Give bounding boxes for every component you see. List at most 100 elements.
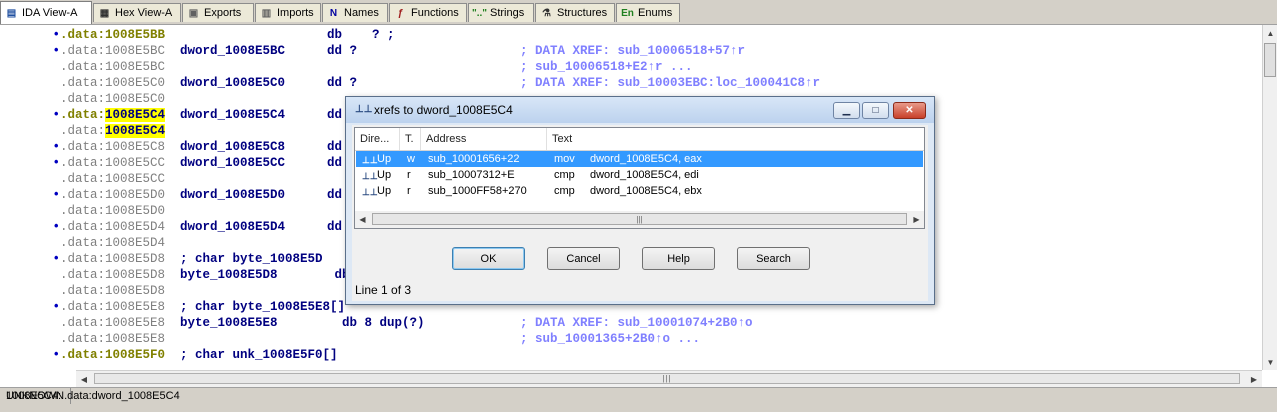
help-button[interactable]: Help (642, 247, 715, 270)
close-button[interactable]: ✕ (893, 102, 926, 119)
listing-line[interactable]: .data:1008E5BC ; sub_10006518+E2↑r ... (60, 59, 693, 75)
line-address[interactable]: 1008E5BB (105, 28, 165, 42)
line-address[interactable]: 1008E5E8 (105, 332, 165, 346)
listing-line[interactable]: .data:1008E5C4 (60, 123, 166, 139)
line-comment[interactable]: ; DATA XREF: sub_10006518+57↑r (520, 43, 745, 59)
column-header-direction[interactable]: Dire... (355, 128, 400, 150)
listing-line[interactable]: • .data:1008E5D8 ; char byte_1008E5D (52, 251, 322, 267)
list-scroll-thumb[interactable]: ||| (372, 213, 907, 225)
line-address[interactable]: 1008E5C4 (105, 124, 166, 138)
xrefs-horizontal-scrollbar[interactable]: ◀ ||| ▶ (355, 211, 924, 228)
xrefs-dialog[interactable]: ⊥⊥ xrefs to dword_1008E5C4 ▁ □ ✕ Dire...… (345, 96, 935, 305)
line-address[interactable]: 1008E5BC (105, 44, 165, 58)
listing-line[interactable]: • .data:1008E5F0 ; char unk_1008E5F0[] (52, 347, 337, 363)
tab-functions[interactable]: ƒ Functions (389, 3, 467, 22)
line-name[interactable]: dword_1008E5BC (180, 43, 285, 59)
listing-line[interactable]: .data:1008E5D4 (60, 235, 165, 251)
listing-line[interactable]: • .data:1008E5C4 dword_1008E5C4 dd (52, 107, 342, 123)
listing-line[interactable]: • .data:1008E5BC dword_1008E5BC dd ? ; DATA … (52, 43, 745, 59)
line-address[interactable]: 1008E5E8 (105, 316, 165, 330)
line-name[interactable]: dword_1008E5CC (180, 155, 285, 171)
listing-line[interactable]: .data:1008E5D0 (60, 203, 165, 219)
ok-button[interactable]: OK (452, 247, 525, 270)
listing-horizontal-scrollbar[interactable]: ◀ ||| ▶ (76, 370, 1262, 387)
line-name[interactable]: ; char byte_1008E5E8[] (180, 299, 345, 315)
line-address[interactable]: 1008E5BC (105, 60, 165, 74)
column-header-address[interactable]: Address (421, 128, 547, 150)
line-comment[interactable]: ; DATA XREF: sub_10001074+2B0↑o (520, 315, 753, 331)
line-name[interactable]: ; char unk_1008E5F0[] (180, 347, 338, 363)
horizontal-scroll-thumb[interactable]: ||| (94, 373, 1240, 384)
tab-exports[interactable]: ▣ Exports (182, 3, 254, 22)
line-address[interactable]: 1008E5D8 (105, 284, 165, 298)
tab-imports[interactable]: ▥ Imports (255, 3, 321, 22)
line-comment[interactable]: ; sub_10006518+E2↑r ... (520, 59, 693, 75)
tab-strings[interactable]: ".." Strings (468, 3, 534, 22)
list-scroll-left-icon[interactable]: ◀ (355, 211, 370, 228)
listing-vertical-scrollbar[interactable]: ▲ ▼ (1262, 25, 1277, 370)
minimize-button[interactable]: ▁ (833, 102, 860, 119)
line-address[interactable]: 1008E5D0 (105, 204, 165, 218)
dialog-title-bar[interactable]: ⊥⊥ xrefs to dword_1008E5C4 ▁ □ ✕ (346, 97, 934, 123)
line-name[interactable]: byte_1008E5E8 (180, 315, 278, 331)
line-address[interactable]: 1008E5CC (105, 172, 165, 186)
listing-line[interactable]: • .data:1008E5D4 dword_1008E5D4 dd (52, 219, 342, 235)
line-name[interactable]: ; char byte_1008E5D (180, 251, 323, 267)
xrefs-list[interactable]: Dire... T. Address Text ⊥⊥Up w sub_1000165… (354, 127, 925, 229)
line-address[interactable]: 1008E5E8 (105, 300, 165, 314)
listing-line[interactable]: • .data:1008E5E8 ; char byte_1008E5E8[] (52, 299, 345, 315)
cancel-button[interactable]: Cancel (547, 247, 620, 270)
listing-line[interactable]: .data:1008E5CC (60, 171, 165, 187)
line-address[interactable]: 1008E5D4 (105, 220, 165, 234)
listing-line[interactable]: .data:1008E5E8 byte_1008E5E8 db 8 dup(?);… (60, 315, 753, 331)
list-scroll-right-icon[interactable]: ▶ (909, 211, 924, 228)
search-button[interactable]: Search (737, 247, 810, 270)
line-name[interactable]: dword_1008E5C8 (180, 139, 285, 155)
xref-row[interactable]: ⊥⊥Up r sub_1000FF58+270 cmp dword_1008E5C4, … (356, 183, 923, 199)
listing-line[interactable]: .data:1008E5C0 dword_1008E5C0 dd ? ; DATA X… (60, 75, 820, 91)
tab-ida-view-a[interactable]: ▤ IDA View-A (0, 1, 92, 24)
line-name[interactable]: byte_1008E5D8 (180, 267, 278, 283)
line-address[interactable]: 1008E5D8 (105, 268, 165, 282)
listing-line[interactable]: .data:1008E5D8 (60, 283, 165, 299)
line-address[interactable]: 1008E5C0 (105, 76, 165, 90)
column-header-text[interactable]: Text (547, 128, 924, 150)
line-comment[interactable]: ; sub_10001365+2B0↑o ... (520, 331, 700, 347)
listing-line[interactable]: .data:1008E5C0 (60, 91, 165, 107)
line-address[interactable]: 1008E5F0 (105, 348, 165, 362)
scroll-right-arrow-icon[interactable]: ▶ (1246, 371, 1262, 387)
segment-prefix: .data: (60, 188, 106, 202)
xref-type: w (407, 153, 415, 165)
line-address[interactable]: 1008E5D0 (105, 188, 165, 202)
tab-enums[interactable]: En Enums (616, 3, 680, 22)
line-address[interactable]: 1008E5D8 (105, 252, 165, 266)
line-name[interactable]: dword_1008E5C0 (180, 75, 285, 91)
line-address[interactable]: 1008E5C0 (105, 92, 165, 106)
segment-prefix: .data: (60, 156, 106, 170)
line-address[interactable]: 1008E5D4 (105, 236, 165, 250)
line-address[interactable]: 1008E5C8 (105, 140, 165, 154)
xref-row[interactable]: ⊥⊥Up r sub_10007312+E cmp dword_1008E5C4, ed… (356, 167, 923, 183)
vertical-scroll-thumb[interactable] (1264, 43, 1276, 77)
line-address[interactable]: 1008E5CC (105, 156, 165, 170)
listing-line[interactable]: • .data:1008E5C8 dword_1008E5C8 dd (52, 139, 342, 155)
tab-names[interactable]: N Names (322, 3, 388, 22)
scroll-left-arrow-icon[interactable]: ◀ (76, 371, 92, 387)
line-name[interactable]: dword_1008E5D0 (180, 187, 285, 203)
listing-line[interactable]: .data:1008E5E8 ; sub_10001365+2B0↑o ... (60, 331, 700, 347)
tab-hex-view-a[interactable]: ▦ Hex View-A (93, 3, 181, 22)
line-name[interactable]: dword_1008E5D4 (180, 219, 285, 235)
listing-line[interactable]: • .data:1008E5CC dword_1008E5CC dd (52, 155, 342, 171)
listing-line[interactable]: .data:1008E5D8 byte_1008E5D8 db (60, 267, 350, 283)
column-header-type[interactable]: T. (400, 128, 421, 150)
scroll-down-arrow-icon[interactable]: ▼ (1263, 354, 1277, 370)
scroll-up-arrow-icon[interactable]: ▲ (1263, 25, 1277, 41)
xref-row[interactable]: ⊥⊥Up w sub_10001656+22 mov dword_1008E5C4, e… (356, 151, 923, 167)
line-name[interactable]: dword_1008E5C4 (180, 107, 285, 123)
line-comment[interactable]: ; DATA XREF: sub_10003EBC:loc_100041C8↑r (520, 75, 820, 91)
line-address[interactable]: 1008E5C4 (105, 108, 166, 122)
maximize-button[interactable]: □ (862, 102, 889, 119)
listing-line[interactable]: • .data:1008E5D0 dword_1008E5D0 dd (52, 187, 342, 203)
listing-line[interactable]: • .data:1008E5BB db ? ; (52, 27, 394, 43)
tab-structures[interactable]: ⚗ Structures (535, 3, 615, 22)
